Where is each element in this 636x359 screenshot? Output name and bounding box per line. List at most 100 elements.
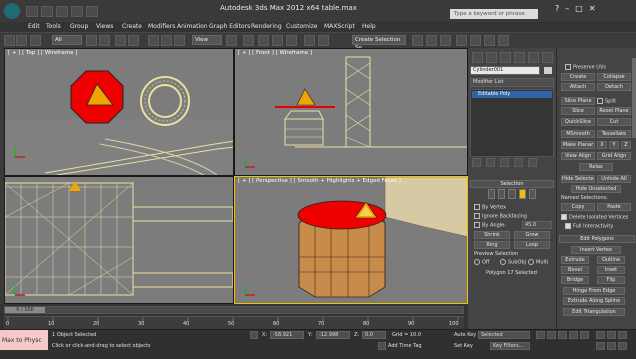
inset-button[interactable]: Inset xyxy=(597,266,625,274)
make-planar-y-button[interactable]: Y xyxy=(609,141,619,149)
modify-tab-icon[interactable] xyxy=(486,52,497,63)
menu-group[interactable]: Group xyxy=(70,23,88,30)
by-angle-checkbox[interactable]: By Angle: xyxy=(474,222,506,229)
view-align-button[interactable]: View Align xyxy=(561,152,595,160)
open-file-icon[interactable] xyxy=(41,6,53,17)
menu-maxscript[interactable]: MAXScript xyxy=(324,23,355,30)
grid-align-button[interactable]: Grid Align xyxy=(597,152,631,160)
move-icon[interactable] xyxy=(148,35,159,46)
auto-key-label[interactable]: Auto Key xyxy=(454,332,476,338)
make-unique-icon[interactable] xyxy=(500,158,509,167)
insert-vertex-button[interactable]: Insert Vertex xyxy=(571,246,621,254)
menu-views[interactable]: Views xyxy=(96,23,113,30)
menu-help[interactable]: Help xyxy=(362,23,376,30)
render-frame-icon[interactable] xyxy=(484,35,495,46)
viewport-left[interactable] xyxy=(4,176,234,304)
zoom-extents-icon[interactable] xyxy=(618,331,627,339)
hinge-from-edge-button[interactable]: Hinge From Edge xyxy=(563,287,625,295)
split-checkbox[interactable]: Split xyxy=(597,98,616,105)
play-icon[interactable] xyxy=(558,331,567,339)
outline-button[interactable]: Outline xyxy=(597,256,625,264)
help-icon[interactable]: ? xyxy=(555,4,559,13)
schematic-view-icon[interactable] xyxy=(440,35,451,46)
create-button[interactable]: Create xyxy=(561,73,595,81)
field-of-view-icon[interactable] xyxy=(596,342,605,350)
vertex-level-icon[interactable] xyxy=(488,189,496,199)
edit-polygons-rollout-header[interactable]: Edit Polygons xyxy=(559,235,635,243)
motion-tab-icon[interactable] xyxy=(514,52,525,63)
snap-icon[interactable] xyxy=(243,35,254,46)
loop-button[interactable]: Loop xyxy=(514,241,550,249)
save-file-icon[interactable] xyxy=(56,6,68,17)
scale-icon[interactable] xyxy=(174,35,185,46)
rectangle-selection-icon[interactable] xyxy=(115,35,126,46)
z-coordinate-field[interactable]: 0.0 xyxy=(362,331,386,339)
menu-tools[interactable]: Tools xyxy=(46,23,61,30)
x-coordinate-field[interactable]: -58.921 xyxy=(270,331,304,339)
shrink-button[interactable]: Shrink xyxy=(474,231,510,239)
configure-modifiers-icon[interactable] xyxy=(528,158,537,167)
bevel-button[interactable]: Bevel xyxy=(561,266,589,274)
preview-subobj-radio[interactable]: SubObj xyxy=(500,259,526,266)
unhide-all-button[interactable]: Unhide All xyxy=(597,175,631,183)
menu-edit[interactable]: Edit xyxy=(28,23,40,30)
track-bar[interactable]: 0 10 20 30 40 50 60 70 80 90 100 xyxy=(4,316,464,329)
preview-multi-radio[interactable]: Multi xyxy=(528,259,548,266)
slice-button[interactable]: Slice xyxy=(561,107,595,115)
msmooth-button[interactable]: MSmooth xyxy=(561,130,595,138)
modifier-list-dropdown[interactable]: Modifier List xyxy=(470,78,554,87)
edge-level-icon[interactable] xyxy=(498,189,506,199)
zoom-icon[interactable] xyxy=(596,331,605,339)
render-teapot-icon[interactable] xyxy=(498,35,509,46)
display-tab-icon[interactable] xyxy=(528,52,539,63)
viewport-perspective-label[interactable]: [ + ] [ Perspective ] [ Smooth + Highlig… xyxy=(238,178,401,184)
remove-modifier-icon[interactable] xyxy=(514,158,523,167)
preserve-uvs-checkbox[interactable]: Preserve UVs xyxy=(565,64,606,71)
angle-snap-icon[interactable] xyxy=(258,35,269,46)
grow-button[interactable]: Grow xyxy=(514,231,550,239)
selection-rollout-header[interactable]: Selection xyxy=(470,180,554,188)
attach-button[interactable]: Attach xyxy=(561,83,595,91)
quickslice-button[interactable]: QuickSlice xyxy=(561,118,595,126)
menu-create[interactable]: Create xyxy=(122,23,142,30)
menu-modifiers[interactable]: Modifiers xyxy=(148,23,175,30)
relax-button[interactable]: Relax xyxy=(579,163,613,171)
by-vertex-checkbox[interactable]: By Vertex xyxy=(474,204,506,211)
maxscript-listener[interactable]: Max to Physc xyxy=(0,330,48,350)
curve-editor-icon[interactable] xyxy=(426,35,437,46)
border-level-icon[interactable] xyxy=(508,189,516,199)
link-icon[interactable] xyxy=(30,35,41,46)
render-setup-icon[interactable] xyxy=(470,35,481,46)
full-interactivity-checkbox[interactable]: Full Interactivity xyxy=(565,223,613,230)
percent-snap-icon[interactable] xyxy=(272,35,283,46)
app-logo-icon[interactable] xyxy=(4,3,20,19)
ring-button[interactable]: Ring xyxy=(474,241,510,249)
make-planar-x-button[interactable]: X xyxy=(597,141,607,149)
tessellate-button[interactable]: Tessellate xyxy=(597,130,631,138)
paste-button[interactable]: Paste xyxy=(597,203,631,211)
add-time-tag[interactable]: Add Time Tag xyxy=(388,343,422,349)
ignore-backfacing-checkbox[interactable]: Ignore Backfacing xyxy=(474,213,527,220)
create-tab-icon[interactable] xyxy=(472,52,483,63)
redo-toolbar-icon[interactable] xyxy=(16,35,27,46)
delete-isolated-checkbox[interactable]: Delete Isolated Vertices xyxy=(561,214,628,221)
new-file-icon[interactable] xyxy=(26,6,38,17)
angle-spinner[interactable]: 45.0 xyxy=(522,221,552,229)
named-selection-dropdown[interactable]: Create Selection Se xyxy=(352,35,406,51)
go-to-end-icon[interactable] xyxy=(580,331,589,339)
select-object-icon[interactable] xyxy=(86,35,97,46)
cut-button[interactable]: Cut xyxy=(597,118,631,126)
y-coordinate-field[interactable]: -12.998 xyxy=(316,331,350,339)
menu-customize[interactable]: Customize xyxy=(286,23,318,30)
minimize-icon[interactable]: – xyxy=(565,4,569,13)
edit-triangulation-button[interactable]: Edit Triangulation xyxy=(563,308,625,316)
orbit-icon[interactable] xyxy=(618,342,627,350)
undo-icon[interactable] xyxy=(71,6,83,17)
reference-coordinate-dropdown[interactable]: View xyxy=(192,35,222,45)
zoom-all-icon[interactable] xyxy=(607,331,616,339)
selection-filter-dropdown[interactable]: All xyxy=(52,35,82,45)
time-slider-track[interactable]: 0 / 100 xyxy=(4,306,464,314)
extrude-along-spline-button[interactable]: Extrude Along Spline xyxy=(563,297,625,305)
make-planar-z-button[interactable]: Z xyxy=(621,141,631,149)
object-color-swatch[interactable] xyxy=(544,67,552,74)
